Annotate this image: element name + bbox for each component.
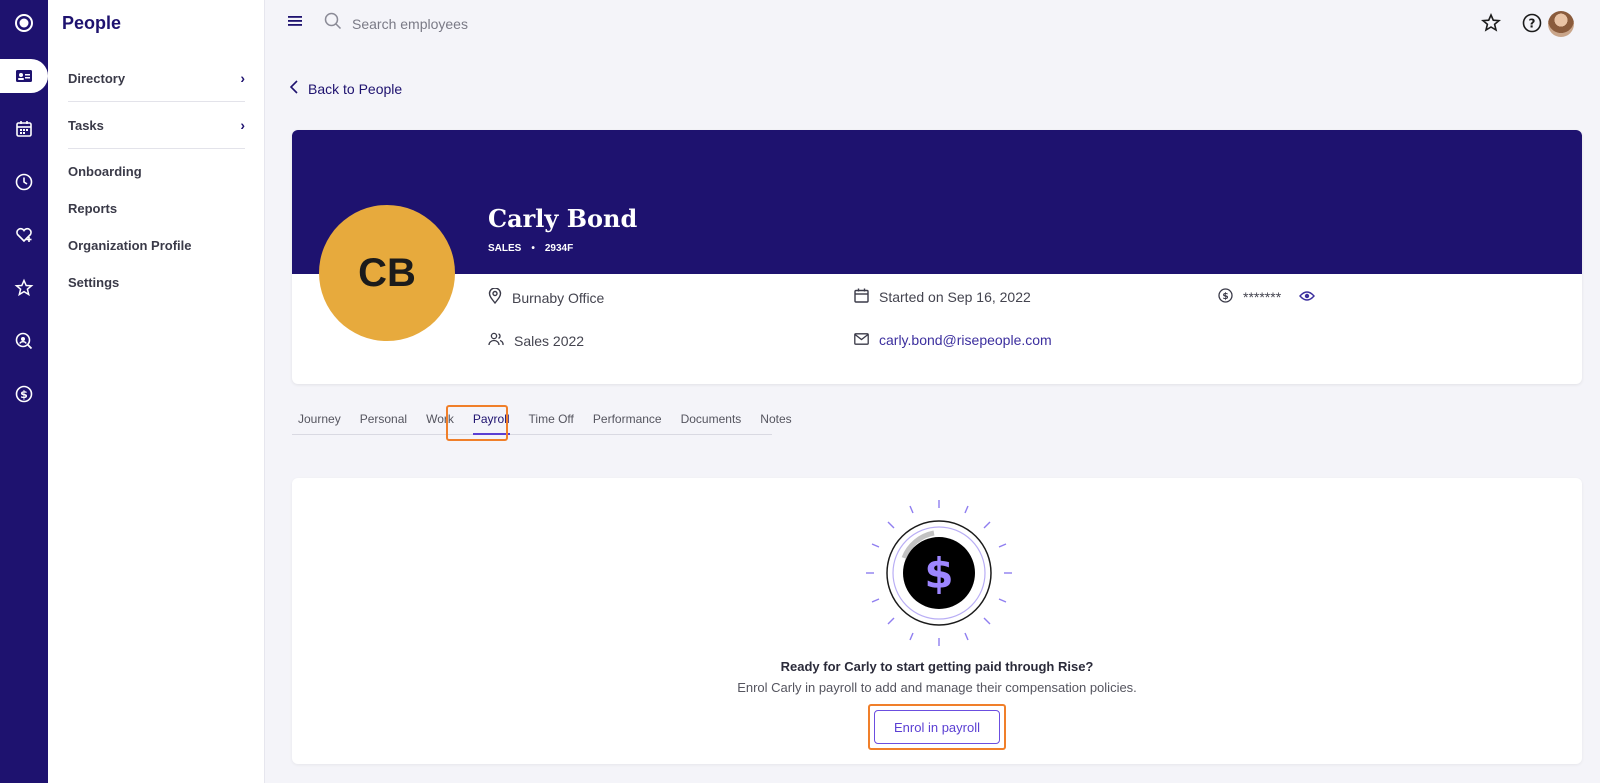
sidebar-item-onboarding[interactable]: Onboarding [68,164,245,179]
sidebar-item-organization-profile[interactable]: Organization Profile [68,238,245,253]
favorites-star-icon[interactable] [1480,13,1502,38]
start-date-text: Started on Sep 16, 2022 [879,289,1031,305]
svg-text:?: ? [1529,17,1536,31]
enrol-button-highlight: Enrol in payroll [868,704,1006,750]
profile-banner [292,130,1582,274]
id-card-icon[interactable] [0,59,48,93]
sidebar-item-label: Organization Profile [68,238,192,253]
meta-separator: • [531,243,535,254]
profile-card: CB Carly Bond SALES • 2934F Burnaby Offi… [292,130,1582,384]
logo-icon[interactable] [0,6,48,40]
department-label: SALES [488,243,522,254]
chevron-right-icon: › [240,70,245,86]
payroll-title: Ready for Carly to start getting paid th… [780,659,1094,674]
start-date-info: Started on Sep 16, 2022 [854,288,1031,306]
team-text: Sales 2022 [514,332,585,349]
sidebar-item-label: Reports [68,201,118,216]
sidebar-item-reports[interactable]: Reports [68,201,245,216]
payroll-dollar-illustration: $ [864,498,1014,648]
team-info: Sales 2022 [488,332,584,349]
employee-id: 2934F [544,243,574,254]
search-icon [324,12,342,35]
email-link[interactable]: carly.bond@risepeople.com [879,332,1052,348]
salary-masked: ******* [1243,289,1282,305]
mail-icon [854,332,869,348]
back-to-people-link[interactable]: Back to People [289,80,403,97]
profile-avatar: CB [319,205,455,341]
side-navigation: People Directory › Tasks › Onboarding Re… [48,0,265,783]
employee-name: Carly Bond [488,204,638,233]
profile-tabs: Journey Personal Work Payroll Time Off P… [292,412,792,435]
search-bar [324,12,592,35]
eye-icon[interactable] [1299,289,1316,305]
back-link-label: Back to People [308,80,403,97]
dollar-icon: $ [1218,288,1233,306]
sidebar-item-label: Settings [68,275,120,290]
chevron-right-icon: › [240,117,245,133]
tab-performance[interactable]: Performance [587,412,662,434]
tab-personal[interactable]: Personal [354,412,407,434]
clock-icon[interactable] [0,165,48,199]
people-icon [488,332,504,349]
email-info: carly.bond@risepeople.com [854,332,1052,348]
location-pin-icon [488,287,502,307]
payroll-empty-state-card: $ Ready for Carly to start getting paid … [292,478,1582,764]
sidebar-item-label: Directory [68,70,126,86]
divider [68,148,245,149]
tab-documents[interactable]: Documents [675,412,742,434]
person-search-icon[interactable] [0,324,48,358]
calendar-icon[interactable] [0,112,48,146]
sidebar-item-label: Onboarding [68,164,142,179]
help-icon[interactable]: ? [1522,13,1542,38]
tab-notes[interactable]: Notes [754,412,791,434]
section-title: People [62,13,122,33]
calendar-icon [854,288,869,306]
payroll-tab-highlight [446,405,508,441]
heart-plus-icon[interactable] [0,218,48,252]
user-avatar[interactable] [1548,11,1574,37]
sidebar-item-settings[interactable]: Settings [68,275,245,290]
enrol-in-payroll-button[interactable]: Enrol in payroll [874,710,1000,744]
svg-text:$: $ [1222,292,1228,302]
star-icon[interactable] [0,271,48,305]
svg-text:$: $ [20,388,28,401]
employee-meta: SALES • 2934F [488,243,573,254]
divider [68,101,245,102]
location-info: Burnaby Office [488,287,605,307]
sidebar-item-directory[interactable]: Directory › [68,70,245,86]
chevron-left-icon [289,80,298,97]
search-input[interactable] [352,15,592,32]
sidebar-item-tasks[interactable]: Tasks › [68,117,245,133]
dollar-icon[interactable]: $ [0,377,48,411]
salary-info: $ ******* [1218,288,1316,306]
tab-journey[interactable]: Journey [292,412,341,434]
location-text: Burnaby Office [512,289,605,306]
sidebar-item-label: Tasks [68,117,104,133]
hamburger-menu-icon[interactable] [288,14,302,33]
payroll-description: Enrol Carly in payroll to add and manage… [737,680,1137,695]
icon-rail: $ [0,0,48,783]
svg-text:$: $ [924,549,953,598]
tab-time-off[interactable]: Time Off [523,412,574,434]
